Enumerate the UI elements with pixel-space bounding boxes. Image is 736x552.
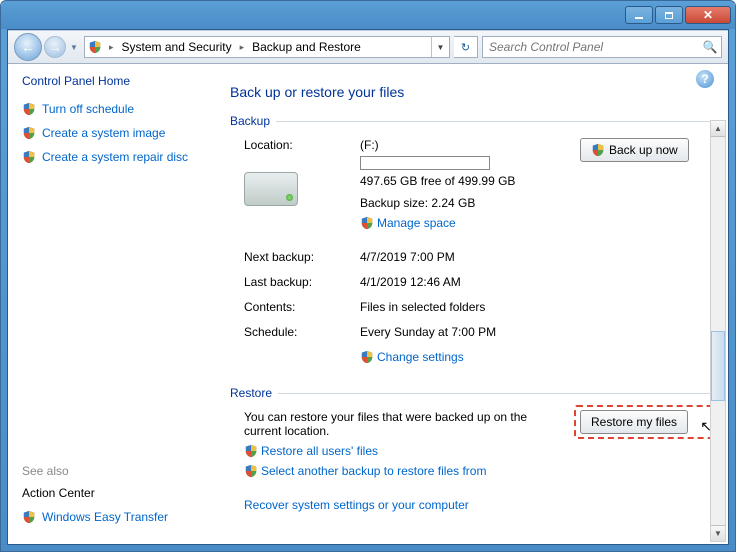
see-also-label: Action Center: [22, 486, 95, 500]
info-label: Contents:: [244, 300, 354, 314]
disk-usage-bar: [360, 156, 490, 170]
shield-icon: [360, 350, 374, 364]
info-value: 4/7/2019 7:00 PM: [360, 250, 710, 270]
backup-section-header: Backup: [230, 114, 710, 128]
see-also-heading: See also: [22, 444, 224, 478]
sidebar-link-label: Create a system image: [42, 126, 165, 140]
address-dropdown[interactable]: ▼: [431, 37, 449, 57]
shield-icon: [244, 464, 258, 478]
info-label: Last backup:: [244, 275, 354, 289]
sidebar-link-create-system-image[interactable]: Create a system image: [22, 126, 224, 140]
link-label: Select another backup to restore files f…: [261, 464, 486, 478]
shield-icon: [591, 143, 605, 157]
close-button[interactable]: ✕: [685, 6, 731, 24]
info-label: Next backup:: [244, 250, 354, 264]
backup-size-text: Backup size: 2.24 GB: [360, 196, 574, 210]
backup-info-grid: Next backup: 4/7/2019 7:00 PM Last backu…: [244, 250, 710, 370]
see-also-action-center[interactable]: Action Center: [22, 486, 224, 500]
info-value: 4/1/2019 12:46 AM: [360, 275, 710, 295]
sidebar-link-turn-off-schedule[interactable]: Turn off schedule: [22, 102, 224, 116]
hard-drive-icon: [244, 172, 298, 206]
scroll-down-button[interactable]: ▼: [711, 525, 725, 541]
search-icon[interactable]: 🔍: [699, 40, 721, 54]
button-label: Back up now: [609, 143, 678, 157]
shield-icon: [22, 126, 36, 140]
breadcrumb-segment[interactable]: Backup and Restore: [248, 37, 365, 57]
info-value: Files in selected folders: [360, 300, 710, 320]
control-panel-home-link[interactable]: Control Panel Home: [22, 74, 224, 88]
address-bar[interactable]: ▸ System and Security ▸ Backup and Resto…: [84, 36, 450, 58]
scroll-up-button[interactable]: ▲: [711, 121, 725, 137]
see-also-label: Windows Easy Transfer: [42, 510, 168, 524]
page-title: Back up or restore your files: [230, 84, 710, 100]
select-another-backup-link[interactable]: Select another backup to restore files f…: [244, 464, 574, 478]
main-content: ? Back up or restore your files Backup L…: [224, 64, 728, 544]
restore-my-files-button[interactable]: Restore my files: [580, 410, 688, 434]
vertical-scrollbar[interactable]: ▲ ▼: [710, 120, 726, 542]
location-value: (F:): [360, 138, 574, 152]
shield-icon: [22, 510, 36, 524]
link-label: Manage space: [377, 216, 456, 230]
free-space-text: 497.65 GB free of 499.99 GB: [360, 174, 574, 188]
breadcrumb-segment[interactable]: System and Security: [118, 37, 236, 57]
location-label: Location:: [244, 138, 354, 152]
maximize-button[interactable]: [655, 6, 683, 24]
shield-icon: [22, 102, 36, 116]
sidebar: Control Panel Home Turn off schedule Cre…: [8, 64, 224, 544]
back-up-now-button[interactable]: Back up now: [580, 138, 689, 162]
navbar: ← → ▼ ▸ System and Security ▸ Backup and…: [8, 30, 728, 64]
restore-description: You can restore your files that were bac…: [244, 410, 544, 438]
search-input[interactable]: [483, 40, 699, 54]
info-value: Every Sunday at 7:00 PM: [360, 325, 710, 345]
recover-system-link[interactable]: Recover system settings or your computer: [244, 498, 469, 512]
nav-history-dropdown[interactable]: ▼: [68, 36, 80, 58]
shield-icon: [360, 216, 374, 230]
button-label: Restore my files: [591, 415, 677, 429]
info-label: Schedule:: [244, 325, 354, 339]
breadcrumb-arrow[interactable]: ▸: [105, 42, 118, 53]
titlebar: ✕: [1, 1, 735, 29]
shield-icon: [22, 150, 36, 164]
nav-forward-button[interactable]: →: [44, 36, 66, 58]
see-also-windows-easy-transfer[interactable]: Windows Easy Transfer: [22, 510, 224, 524]
restore-all-users-link[interactable]: Restore all users' files: [244, 444, 574, 458]
refresh-button[interactable]: ↻: [454, 36, 478, 58]
sidebar-link-label: Create a system repair disc: [42, 150, 188, 164]
restore-section-header: Restore: [230, 386, 710, 400]
help-button[interactable]: ?: [696, 70, 714, 88]
manage-space-link[interactable]: Manage space: [360, 216, 574, 230]
shield-icon: [244, 444, 258, 458]
nav-back-button[interactable]: ←: [14, 33, 42, 61]
breadcrumb-arrow[interactable]: ▸: [236, 42, 249, 53]
control-panel-icon: [85, 37, 105, 57]
search-box[interactable]: 🔍: [482, 36, 722, 58]
minimize-button[interactable]: [625, 6, 653, 24]
sidebar-link-label: Turn off schedule: [42, 102, 134, 116]
change-settings-link[interactable]: Change settings: [360, 350, 710, 364]
scroll-thumb[interactable]: [711, 331, 725, 401]
link-label: Change settings: [377, 350, 464, 364]
link-label: Restore all users' files: [261, 444, 378, 458]
sidebar-link-create-repair-disc[interactable]: Create a system repair disc: [22, 150, 224, 164]
